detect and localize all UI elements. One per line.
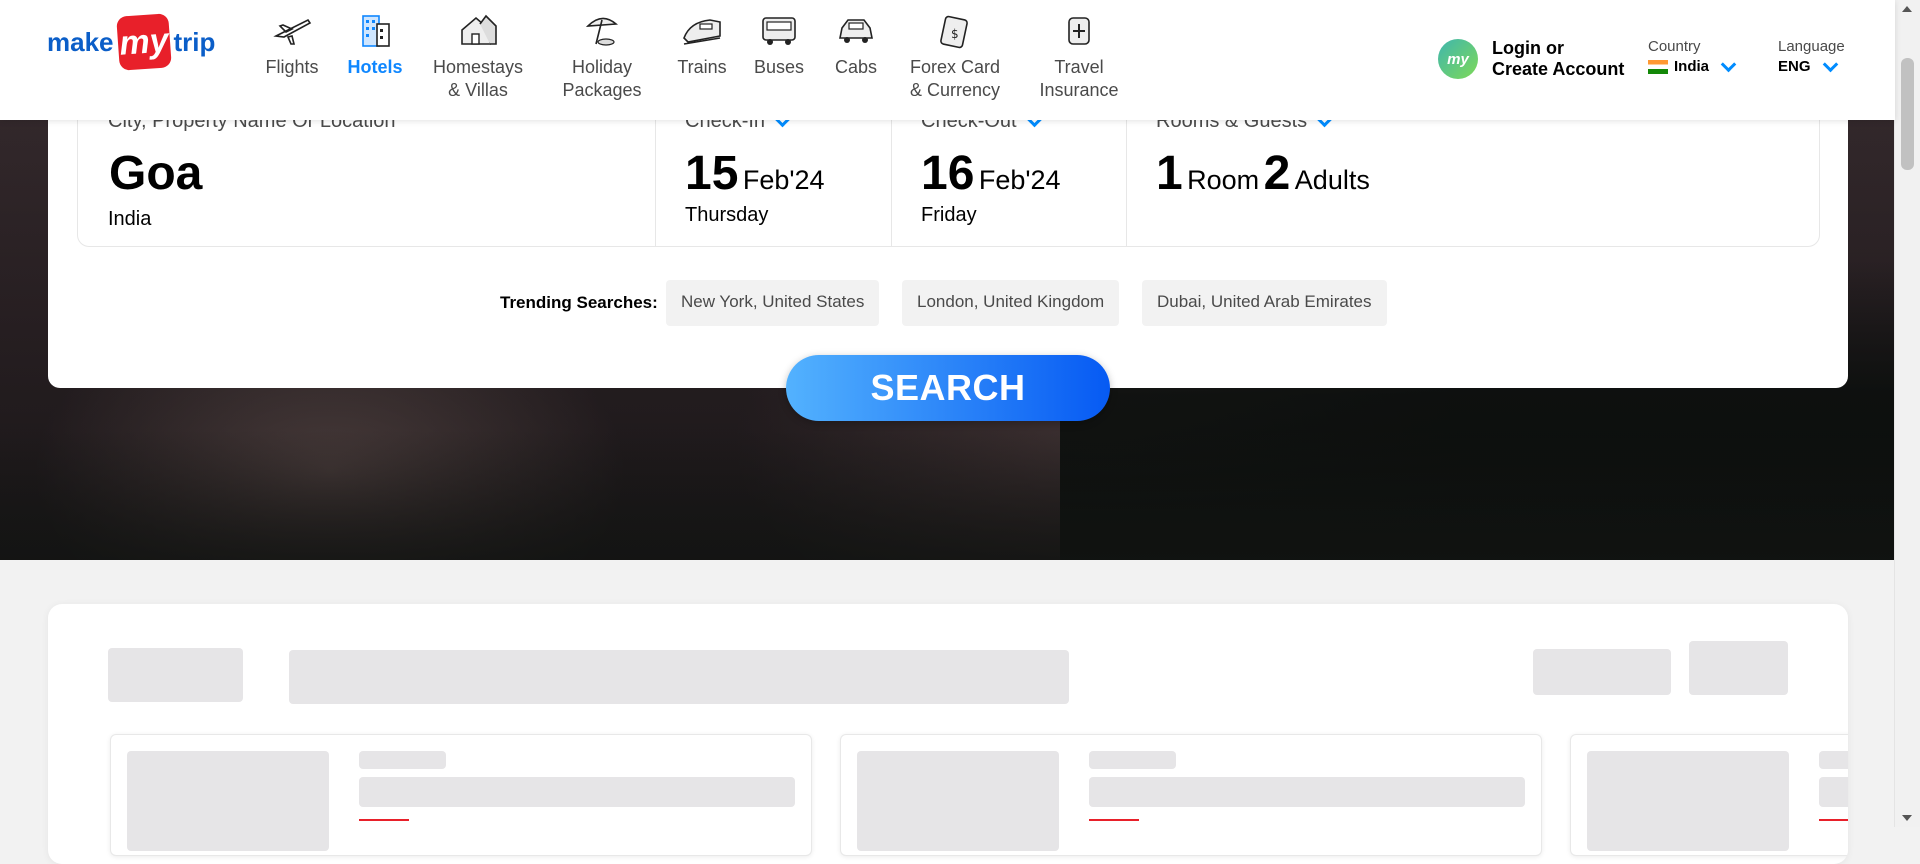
logo-make: make (47, 26, 114, 57)
homestay-icon (461, 14, 497, 45)
scroll-down-arrow-icon[interactable] (1902, 815, 1912, 821)
checkout-date: 16 Feb'24 (921, 146, 1061, 201)
nav-homestays-label: Homestays (433, 57, 524, 77)
nav-hotels[interactable]: Hotels (345, 10, 405, 79)
bus-icon (762, 17, 796, 45)
nav-hotels-label: Hotels (347, 57, 403, 77)
nav-holiday-label: Holiday (571, 57, 633, 77)
beach-umbrella-icon (585, 17, 618, 46)
nav-cabs[interactable]: Cabs (832, 10, 880, 79)
skeleton-card (110, 734, 812, 856)
adults-count: 2 (1263, 147, 1291, 200)
nav-trains-label: Trains (677, 57, 727, 77)
adults-label: Adults (1294, 165, 1370, 195)
country-value: India (1674, 58, 1710, 75)
checkin-weekday: Thursday (685, 204, 769, 226)
skeleton-card (840, 734, 1542, 856)
skeleton-line (359, 777, 795, 807)
login-line1: Login or (1492, 38, 1564, 58)
checkin-date: 15 Feb'24 (685, 146, 825, 201)
city-country: India (108, 208, 152, 230)
skeleton-image (1587, 751, 1789, 851)
scrollbar-thumb[interactable] (1901, 58, 1914, 170)
chevron-down-icon (1822, 56, 1838, 72)
chevron-down-icon (1720, 56, 1737, 72)
hotel-search-widget: City, Property Name Or Location Goa Indi… (48, 90, 1848, 388)
myaccount-avatar: my (1438, 39, 1478, 79)
language-label: Language (1778, 38, 1845, 55)
city-value: Goa (109, 147, 203, 200)
hero-foreground-shade (0, 430, 1895, 560)
trending-searches: Trending Searches: New York, United Stat… (48, 280, 1848, 326)
checkout-monthyear: Feb'24 (978, 165, 1061, 195)
insurance-icon (1068, 17, 1090, 45)
nav-trains[interactable]: Trains (675, 10, 729, 79)
top-header: make my trip Flights Hotels Homestays & … (0, 0, 1895, 120)
page-scrollbar[interactable] (1894, 0, 1920, 827)
nav-buses[interactable]: Buses (752, 10, 806, 79)
skeleton-image (127, 751, 329, 851)
skeleton-card (1570, 734, 1848, 856)
nav-flights[interactable]: Flights (262, 10, 322, 79)
trending-label: Trending Searches: (500, 293, 658, 312)
nav-forex-label: Forex Card (909, 57, 1001, 77)
logo-my: my (115, 13, 172, 71)
nav-buses-label: Buses (753, 57, 805, 77)
skeleton-line (1089, 777, 1525, 807)
nav-forex-label2: & Currency (909, 80, 1001, 100)
search-button[interactable]: SEARCH (786, 355, 1110, 421)
train-icon (683, 19, 721, 45)
rooms-label: Room (1187, 165, 1260, 195)
language-selector[interactable]: Language ENG (1778, 38, 1845, 75)
nav-homestays-label2: & Villas (448, 80, 508, 100)
country-selector[interactable]: Country India (1648, 38, 1737, 75)
cab-icon (839, 19, 873, 43)
india-flag-icon (1648, 59, 1668, 74)
checkout-day: 16 (921, 147, 975, 200)
nav-cabs-label: Cabs (834, 57, 878, 77)
login-button[interactable]: my Login or Create Account (1438, 38, 1624, 80)
checkin-monthyear: Feb'24 (742, 165, 825, 195)
rooms-count: 1 (1156, 147, 1183, 200)
makemytrip-logo[interactable]: make my trip (47, 13, 216, 71)
forex-card-icon: $ (940, 15, 968, 49)
airplane-icon (273, 18, 312, 45)
checkout-weekday: Friday (921, 204, 977, 226)
login-line2: Create Account (1492, 59, 1625, 79)
skeleton-accent (359, 819, 409, 821)
trending-chip-dubai[interactable]: Dubai, United Arab Emirates (1142, 280, 1387, 326)
skeleton-line (1089, 751, 1176, 769)
hotel-icon (362, 15, 390, 47)
offers-section-skeleton (48, 604, 1848, 864)
svg-text:$: $ (951, 27, 959, 41)
skeleton-line (1819, 777, 1848, 807)
nav-insurance[interactable]: Travel Insurance (1037, 10, 1121, 102)
logo-trip: trip (173, 26, 216, 57)
scroll-up-arrow-icon[interactable] (1902, 6, 1912, 12)
skeleton-accent (1819, 819, 1848, 821)
trending-chip-london[interactable]: London, United Kingdom (902, 280, 1120, 326)
skeleton-block (1533, 649, 1671, 695)
checkin-day: 15 (685, 147, 739, 200)
guests-value: 1 Room 2 Adults (1156, 146, 1370, 201)
skeleton-accent (1089, 819, 1139, 821)
skeleton-block (108, 648, 243, 702)
skeleton-line (1819, 751, 1848, 769)
skeleton-block (1689, 641, 1788, 695)
skeleton-image (857, 751, 1059, 851)
skeleton-line (359, 751, 446, 769)
nav-homestays[interactable]: Homestays & Villas (433, 10, 523, 102)
language-value: ENG (1778, 58, 1811, 75)
nav-insurance-label: Travel (1054, 57, 1104, 77)
nav-holiday-label2: Packages (562, 80, 642, 100)
nav-insurance-label2: Insurance (1039, 80, 1119, 100)
nav-forex[interactable]: $ Forex Card & Currency (905, 10, 1005, 102)
country-label: Country (1648, 38, 1701, 55)
skeleton-block (289, 650, 1069, 704)
trending-chip-new-york[interactable]: New York, United States (666, 280, 880, 326)
nav-holiday-packages[interactable]: Holiday Packages (560, 10, 644, 102)
nav-flights-label: Flights (265, 57, 319, 77)
